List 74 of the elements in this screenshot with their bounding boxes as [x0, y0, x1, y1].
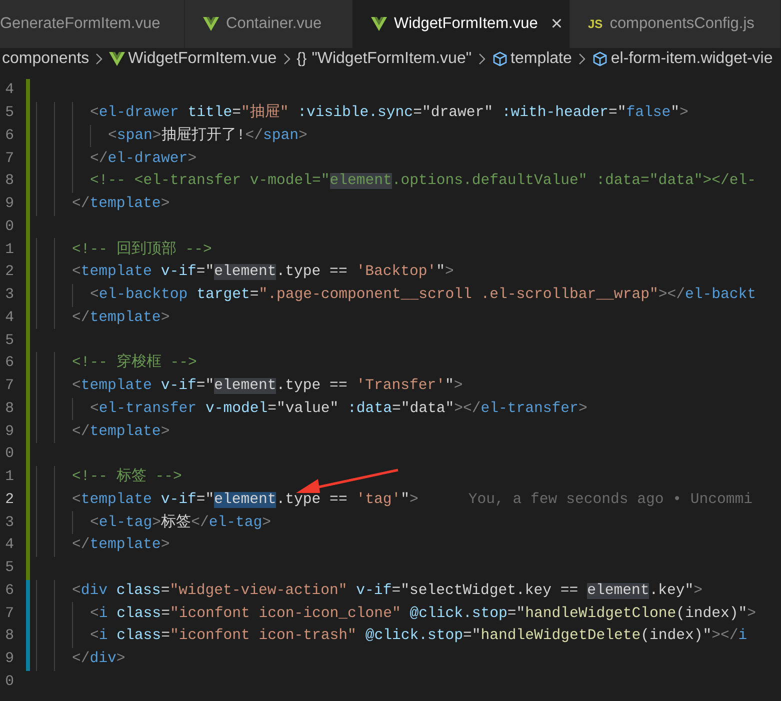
code-line: <template v-if="element.type == 'tag'">: [36, 488, 418, 512]
breadcrumb-item[interactable]: el-form-item.widget-vie: [610, 47, 773, 71]
line-number: 2: [4, 263, 14, 282]
line-number: 8: [4, 400, 14, 419]
cube-icon: [592, 51, 608, 67]
breadcrumb-item[interactable]: "WidgetFormItem.vue": [312, 47, 472, 71]
code-line: </template>: [36, 306, 170, 330]
line-number: 6: [4, 126, 14, 146]
code-line: </template>: [36, 534, 170, 557]
git-blame-annotation: You, a few seconds ago • Uncommi: [468, 490, 753, 510]
braces-icon: {}: [296, 48, 307, 70]
line-number: 9: [4, 195, 14, 214]
code-line: <div class="widget-view-action" v-if="selectWidget.key == element.key">: [36, 580, 703, 602]
line-number: 7: [4, 150, 14, 169]
editor-tab[interactable]: GenerateFormItem.vue: [0, 0, 185, 48]
line-number: 4: [4, 536, 14, 556]
code-line: </template>: [36, 192, 170, 216]
chevron-right-icon: [95, 53, 104, 65]
code-line: <!-- 标签 -->: [36, 466, 182, 488]
vue-icon: [109, 52, 126, 66]
chevron-right-icon: [282, 53, 291, 65]
breadcrumb-item[interactable]: template: [510, 47, 572, 71]
js-file-icon: JS: [588, 15, 603, 33]
line-number: 0: [4, 445, 14, 464]
code-line: <template v-if="element.type == 'Backtop'">: [36, 261, 454, 284]
code-line: <el-backtop target=".page-component__scroll .el-scrollbar__wrap"></el-backt: [36, 284, 756, 306]
line-number: 9: [4, 650, 14, 670]
editor-tab[interactable]: WidgetFormItem.vue ×: [353, 0, 570, 48]
editor-tab[interactable]: Container.vue: [185, 0, 353, 48]
code-line: <span>抽屉打开了!</span>: [36, 124, 308, 148]
line-number: 1: [4, 468, 14, 488]
line-number: 0: [4, 672, 14, 692]
code-line: </div>: [36, 648, 126, 670]
line-number: 5: [4, 104, 14, 124]
code-line: <el-transfer v-model="value" :data="data"></el-transfer>: [36, 398, 588, 420]
editor-tab[interactable]: JS componentsConfig.js: [570, 0, 781, 48]
line-number: 6: [4, 354, 14, 374]
line-number: 7: [4, 604, 14, 624]
code-line: </template>: [36, 420, 170, 443]
close-icon[interactable]: ×: [550, 14, 563, 34]
line-number: 8: [4, 172, 14, 192]
code-line: <el-drawer title="抽屉" :visible.sync="drawer" :with-header="false">: [36, 102, 688, 124]
breadcrumb-item[interactable]: components: [2, 47, 90, 71]
line-number: 8: [4, 627, 14, 646]
line-number: 1: [4, 240, 14, 260]
code-line: <!-- 回到顶部 -->: [36, 238, 212, 261]
code-line: <!-- <el-transfer v-model="element.options.defaultValue" :data="data"></el-: [36, 170, 756, 193]
line-number: 2: [4, 490, 14, 510]
chevron-right-icon: [578, 53, 586, 65]
line-number: 0: [4, 218, 14, 237]
code-line: <el-tag>标签</el-tag>: [36, 511, 271, 534]
vue-icon: [371, 17, 387, 31]
code-line: <!-- 穿梭框 -->: [36, 352, 197, 375]
code-line: <i class="iconfont icon-icon_clone" @click.stop="handleWidgetClone(index)">: [36, 602, 756, 625]
code-line: <template v-if="element.type == 'Transfer'">: [36, 374, 463, 398]
tab-label: GenerateFormItem.vue: [0, 14, 160, 34]
line-number: 5: [4, 332, 14, 351]
breadcrumb-item[interactable]: WidgetFormItem.vue: [128, 47, 277, 71]
code-line: </el-drawer>: [36, 147, 197, 170]
line-number: 6: [4, 582, 14, 601]
cube-icon: [492, 51, 508, 67]
tab-label: componentsConfig.js: [610, 14, 754, 34]
line-number: 7: [4, 377, 14, 396]
line-number: 5: [4, 559, 14, 578]
line-number: 4: [4, 81, 14, 100]
vue-icon: [203, 17, 219, 31]
code-line: <i class="iconfont icon-trash" @click.stop="handleWidgetDelete(index)"></i: [36, 625, 748, 648]
tab-label: Container.vue: [226, 14, 322, 34]
line-number: 4: [4, 308, 14, 328]
line-number: 3: [4, 286, 14, 306]
chevron-right-icon: [478, 53, 486, 65]
line-number: 9: [4, 422, 14, 442]
tab-label: WidgetFormItem.vue: [394, 14, 538, 34]
line-number: 3: [4, 514, 14, 533]
